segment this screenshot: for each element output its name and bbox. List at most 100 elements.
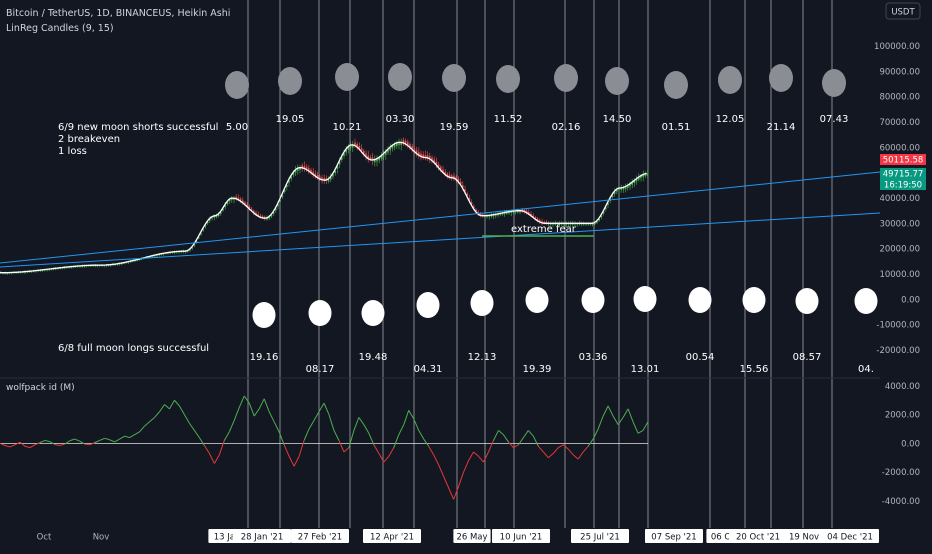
currency-label: USDT <box>891 8 915 18</box>
osc-segment <box>263 398 270 412</box>
indicator-label: LinReg Candles (9, 15) <box>6 23 114 34</box>
osc-segment <box>542 451 549 459</box>
osc-segment <box>333 430 340 441</box>
new-moon-time-label: 19.59 <box>440 122 469 133</box>
full-moon-icon <box>470 290 494 316</box>
osc-segment <box>273 421 280 433</box>
osc-segment <box>19 441 26 447</box>
osc-segment <box>24 445 31 449</box>
osc-segment <box>413 418 420 431</box>
osc-segment <box>29 444 36 449</box>
new-moon-icon <box>496 65 520 93</box>
osc-segment <box>144 421 150 427</box>
new-moon-time-label: 14.50 <box>603 114 632 125</box>
price-chart[interactable]: 5.00 19.05 10.21 03.30 19.59 11.52 02.16 14.50 0… <box>0 0 932 550</box>
osc-segment <box>483 451 489 463</box>
oscillator-panel: 4000.00 2000.00 0.00 -2000.00 -4000.00 <box>0 377 920 507</box>
osc-segment <box>9 444 16 448</box>
new-moon-icon <box>822 69 846 97</box>
osc-segment <box>169 399 175 410</box>
full-moon-time-label: 04.31 <box>414 364 443 375</box>
osc-segment <box>403 410 410 425</box>
osc-segment <box>129 434 135 439</box>
full-moon-note: 6/8 full moon longs successful <box>58 343 209 354</box>
osc-segment <box>438 464 445 477</box>
chart-title: Bitcoin / TetherUS, 1D, BINANCEUS, Heiki… <box>6 8 230 19</box>
price-tick-label: 30000.00 <box>879 219 920 229</box>
trendline-upper <box>0 171 881 264</box>
full-moon-time-label: 19.48 <box>359 352 388 363</box>
candle-body <box>646 173 649 176</box>
osc-segment <box>4 445 11 448</box>
osc-segment <box>597 415 604 430</box>
extreme-fear-label: extreme fear <box>511 224 577 235</box>
osc-segment <box>189 422 195 431</box>
new-moon-icon <box>769 64 793 92</box>
time-tick-label: 20 Oct '21 <box>736 533 780 543</box>
osc-segment <box>109 439 115 443</box>
osc-segment <box>642 421 649 431</box>
osc-segment <box>303 428 310 441</box>
new-moon-time-label: 12.05 <box>716 114 745 125</box>
new-moon-time-label: 02.16 <box>552 122 581 133</box>
osc-segment <box>577 451 584 460</box>
osc-tick-label: 4000.00 <box>885 382 920 392</box>
osc-segment <box>537 445 544 453</box>
osc-segment <box>74 438 80 442</box>
new-moon-icon <box>335 63 359 91</box>
time-axis: Oct Nov 13 Jan 28 Jan '21 27 Feb '21 12 Apr '… <box>0 528 932 550</box>
new-moon-time-label: 07.43 <box>820 114 849 125</box>
chart-stage[interactable]: 5.00 19.05 10.21 03.30 19.59 11.52 02.16 14.50 0… <box>0 0 932 550</box>
osc-segment <box>248 402 255 417</box>
osc-segment <box>363 424 370 434</box>
osc-segment <box>418 430 425 440</box>
osc-segment <box>208 453 215 464</box>
osc-segment <box>607 405 614 417</box>
full-moon-time-label: 08.17 <box>306 364 335 375</box>
price-axis: 100000.00 90000.00 80000.00 70000.00 60000.0… <box>874 42 920 356</box>
full-moon-time-label: 19.16 <box>250 352 279 363</box>
osc-segment <box>283 444 290 457</box>
new-moon-time-label: 19.05 <box>276 114 305 125</box>
full-moon-icon <box>688 287 712 313</box>
osc-segment <box>622 408 629 418</box>
osc-segment <box>313 411 320 421</box>
osc-segment <box>498 430 504 436</box>
price-tick-label: 0.00 <box>901 295 920 305</box>
time-tick-label: 25 Jul '21 <box>580 533 620 543</box>
osc-segment <box>69 438 75 442</box>
trendline-lower <box>0 212 881 268</box>
new-moon-icon <box>554 64 578 92</box>
osc-segment <box>547 453 554 459</box>
osc-segment <box>293 456 300 467</box>
osc-segment <box>558 444 564 449</box>
osc-segment <box>463 460 470 473</box>
osc-segment <box>288 456 295 467</box>
osc-segment <box>582 445 589 453</box>
osc-segment <box>39 440 46 444</box>
price-tick-label: -10000.00 <box>876 321 920 331</box>
osc-segment <box>228 420 235 433</box>
osc-tick-label: -4000.00 <box>882 497 920 507</box>
new-moon-time-label: 21.14 <box>767 122 796 133</box>
osc-segment <box>119 435 125 440</box>
full-moon-time-label: 13.01 <box>631 364 660 375</box>
osc-segment <box>318 402 325 412</box>
osc-segment <box>218 440 225 456</box>
osc-segment <box>174 399 180 407</box>
osc-segment <box>198 437 205 446</box>
price-tick-label: 100000.00 <box>874 42 920 52</box>
osc-segment <box>193 430 200 438</box>
full-moon-time-label: 04. <box>858 364 874 375</box>
new-moon-icon <box>388 63 412 91</box>
osc-segment <box>433 454 440 466</box>
new-moon-note-1: 6/9 new moon shorts successful <box>58 122 218 133</box>
osc-segment <box>213 454 220 464</box>
full-moon-icon <box>416 292 440 318</box>
osc-segment <box>114 438 120 443</box>
osc-segment <box>567 448 574 456</box>
osc-segment <box>104 437 110 441</box>
time-tick-label: 10 Jun '21 <box>500 533 543 543</box>
osc-segment <box>522 430 529 438</box>
price-tag-label: 50115.58 <box>883 156 924 166</box>
